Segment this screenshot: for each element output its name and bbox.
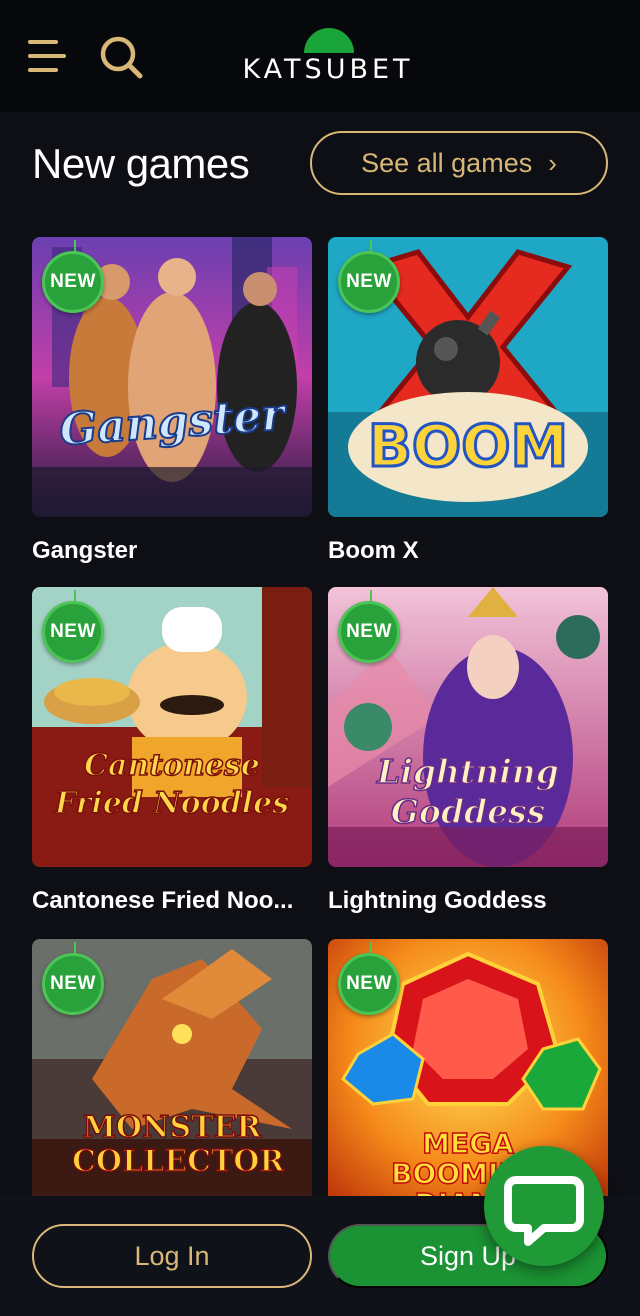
new-badge: NEW (42, 240, 104, 313)
game-artwork-title: BOOM (366, 411, 570, 482)
login-button[interactable]: Log In (32, 1224, 312, 1288)
brand-name: KATSUBET (242, 54, 414, 85)
game-title[interactable]: Cantonese Fried Noo... (32, 887, 322, 915)
hamburger-menu-icon[interactable] (28, 38, 68, 76)
new-badge: NEW (42, 590, 104, 663)
see-all-games-button[interactable]: See all games › (310, 131, 608, 195)
search-icon[interactable] (98, 34, 144, 80)
game-artwork-title: MONSTER COLLECTOR (71, 1110, 285, 1180)
game-card-cantonese-fried-noodles[interactable]: Cantonese Fried Noodles NEW Cantonese Fr… (32, 587, 312, 915)
game-thumbnail[interactable]: Gangster NEW (32, 237, 312, 517)
brand-logo[interactable]: KATSUBET (240, 28, 416, 85)
new-badge: NEW (42, 942, 104, 1015)
top-bar: KATSUBET (0, 0, 640, 112)
game-artwork-title: Lightning Goddess (376, 751, 559, 832)
game-thumbnail[interactable]: MONSTER COLLECTOR NEW (32, 939, 312, 1219)
chat-bubble-icon[interactable] (484, 1146, 604, 1266)
game-thumbnail[interactable]: BOOM NEW (328, 237, 608, 517)
see-all-label: See all games (361, 147, 533, 178)
game-title[interactable]: Boom X (328, 537, 618, 565)
section-title: New games (32, 140, 250, 187)
new-badge: NEW (338, 240, 400, 313)
game-thumbnail[interactable]: Lightning Goddess NEW (328, 587, 608, 867)
game-card-lightning-goddess[interactable]: Lightning Goddess NEW Lightning Goddess (328, 587, 608, 915)
game-card-boom-x[interactable]: BOOM NEW Boom X (328, 237, 608, 565)
game-card-gangster[interactable]: Gangster NEW Gangster (32, 237, 312, 565)
chevron-right-icon: › (548, 148, 557, 178)
new-badge: NEW (338, 942, 400, 1015)
game-title[interactable]: Gangster (32, 537, 322, 565)
new-badge: NEW (338, 590, 400, 663)
game-card-monster-collector[interactable]: MONSTER COLLECTOR NEW (32, 939, 312, 1219)
game-thumbnail[interactable]: Cantonese Fried Noodles NEW (32, 587, 312, 867)
game-artwork-title: Cantonese Fried Noodles (54, 747, 290, 822)
game-title[interactable]: Lightning Goddess (328, 887, 618, 915)
logo-dome (304, 28, 354, 53)
